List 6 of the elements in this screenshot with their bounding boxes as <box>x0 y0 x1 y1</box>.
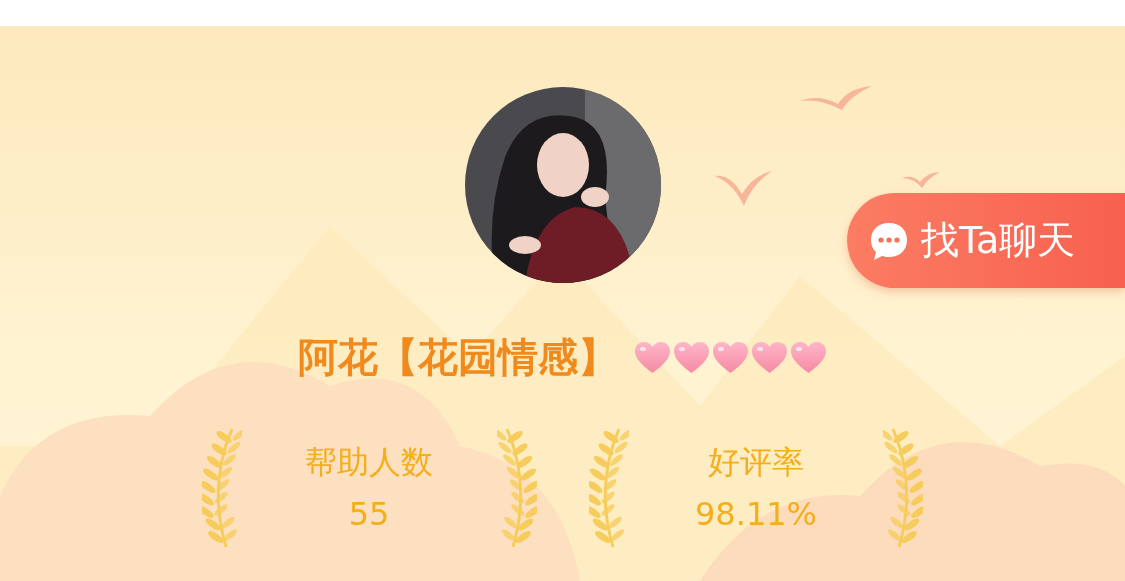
profile-name: 阿花【花园情感】 <box>298 333 618 381</box>
stat-value: 98.11% <box>695 495 817 534</box>
stat-value: 55 <box>348 495 390 534</box>
chat-button[interactable]: 找Ta聊天 <box>847 193 1125 288</box>
stat-label: 好评率 <box>708 442 804 481</box>
stat-label: 帮助人数 <box>305 442 433 481</box>
